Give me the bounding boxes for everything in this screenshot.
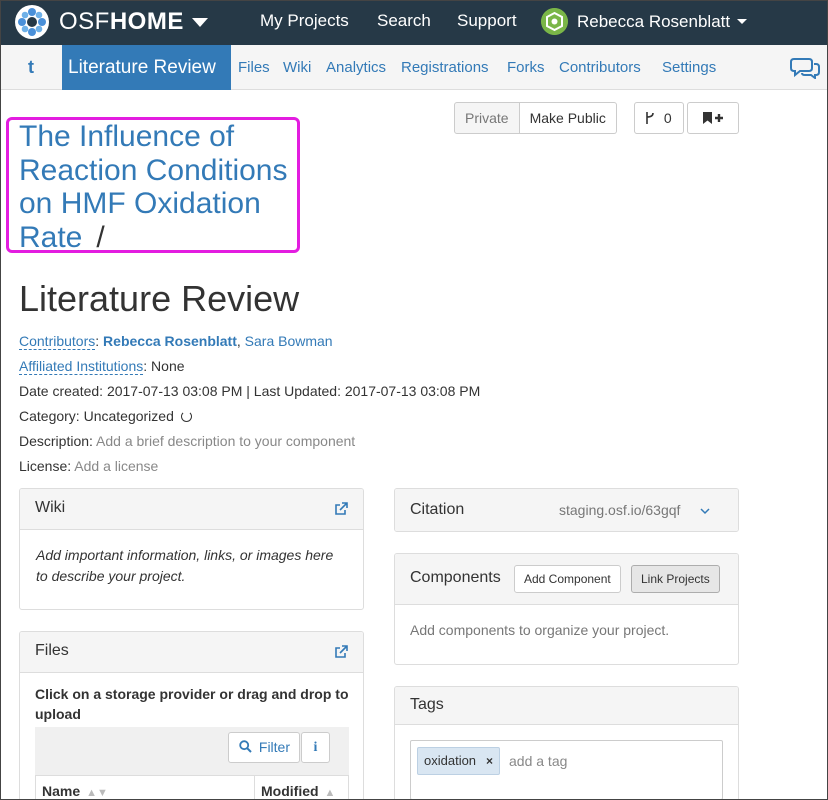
components-panel: Components Add Component Link Projects A… (394, 553, 739, 665)
tags-panel-title: Tags (410, 696, 444, 713)
contributors-line: Contributors: Rebecca Rosenblatt, Sara B… (19, 333, 333, 350)
tab-settings[interactable]: Settings (662, 59, 716, 76)
category-line: Category: Uncategorized (19, 408, 192, 424)
parent-project-button[interactable]: t (28, 57, 34, 78)
brand-name: OSFHOME (59, 8, 184, 36)
link-projects-button[interactable]: Link Projects (631, 565, 720, 593)
add-tag-input[interactable] (509, 747, 709, 775)
dates-line: Date created: 2017-07-13 03:08 PM | Last… (19, 383, 481, 399)
info-button[interactable]: i (301, 732, 330, 763)
contributor-link[interactable]: Rebecca Rosenblatt (103, 333, 237, 349)
components-panel-title: Components (410, 569, 501, 586)
wiki-panel: Wiki Add important information, links, o… (19, 488, 364, 610)
fork-button-group: 0 (634, 102, 684, 134)
nav-support[interactable]: Support (457, 11, 517, 31)
citation-panel-header[interactable]: Citation staging.osf.io/63gqf (395, 489, 738, 531)
tag-chip: oxidation × (417, 747, 501, 775)
description-line: Description: Add a brief description to … (19, 433, 355, 449)
license-value[interactable]: Add a license (74, 458, 158, 474)
brand-name-light: OSF (59, 8, 110, 35)
bookmark-add-icon (703, 112, 723, 124)
caret-down-icon (737, 19, 748, 24)
brand-name-bold: HOME (109, 8, 184, 35)
external-link-icon[interactable] (334, 645, 348, 659)
license-label: License: (19, 458, 72, 474)
avatar-pattern-icon (541, 8, 568, 35)
citation-url: staging.osf.io/63gqf (559, 502, 681, 518)
category-label: Category: (19, 408, 80, 424)
code-fork-icon (646, 112, 654, 124)
contributor-link[interactable]: Sara Bowman (245, 333, 333, 349)
tab-literature-review[interactable]: Literature Review (62, 45, 231, 90)
privacy-button-group: Private Make Public (454, 102, 617, 134)
institutions-value: None (151, 358, 185, 374)
nav-search[interactable]: Search (377, 11, 431, 31)
files-panel: Files Click on a storage provider or dra… (19, 631, 364, 800)
tags-panel-header: Tags (395, 687, 738, 725)
contributors-label[interactable]: Contributors (19, 333, 96, 350)
wiki-panel-title: Wiki (35, 499, 66, 516)
fork-count: 0 (663, 110, 672, 126)
institutions-line: Affiliated Institutions: None (19, 358, 185, 375)
components-body: Add components to organize your project. (410, 622, 670, 638)
description-value[interactable]: Add a brief description to your componen… (96, 433, 355, 449)
category-value[interactable]: Uncategorized (84, 408, 174, 424)
search-icon (239, 740, 252, 753)
bookmark-button-group (687, 102, 739, 134)
chevron-down-icon[interactable] (700, 507, 710, 515)
citation-panel: Citation staging.osf.io/63gqf (394, 488, 739, 532)
fork-button[interactable]: 0 (634, 102, 684, 134)
affiliated-institutions-label[interactable]: Affiliated Institutions (19, 358, 144, 375)
column-header-modified[interactable]: Modified ▲ (254, 775, 349, 800)
tags-panel: Tags oxidation × (394, 686, 739, 800)
project-navbar: t Literature Review Files Wiki Analytics… (0, 45, 828, 90)
column-header-name[interactable]: Name ▲▼ (35, 775, 255, 800)
private-button[interactable]: Private (454, 102, 520, 134)
bookmark-button[interactable] (687, 102, 739, 134)
wiki-panel-header: Wiki (20, 489, 363, 530)
osf-home-menu[interactable]: OSFHOME (14, 4, 208, 40)
page-title: Literature Review (19, 278, 300, 319)
comments-icon[interactable] (790, 57, 820, 79)
user-menu[interactable]: Rebecca Rosenblatt (541, 8, 748, 35)
tab-wiki[interactable]: Wiki (283, 59, 311, 76)
filter-label: Filter (258, 739, 291, 755)
wiki-body: Add important information, links, or ima… (36, 547, 334, 584)
filter-button[interactable]: Filter (228, 732, 300, 763)
tab-contributors[interactable]: Contributors (559, 59, 641, 76)
parent-project-title[interactable]: The Influence of Reaction Conditions on … (19, 120, 304, 254)
citation-panel-title: Citation (410, 501, 465, 518)
external-link-icon[interactable] (334, 502, 348, 516)
tag-label: oxidation (424, 753, 477, 768)
files-panel-header: Files (20, 632, 363, 673)
files-instructions: Click on a storage provider or drag and … (35, 686, 349, 722)
remove-tag-icon[interactable]: × (486, 754, 493, 768)
column-name-label: Name (42, 783, 81, 799)
tab-forks[interactable]: Forks (507, 59, 545, 76)
sort-arrows-icon[interactable]: ▲▼ (86, 787, 108, 799)
add-component-button[interactable]: Add Component (514, 565, 621, 593)
column-modified-label: Modified (261, 783, 319, 799)
osf-logo-icon (15, 5, 49, 39)
avatar (541, 8, 568, 35)
parent-project-link[interactable]: The Influence of Reaction Conditions on … (19, 120, 288, 254)
components-panel-header: Components Add Component Link Projects (395, 554, 738, 605)
user-name: Rebecca Rosenblatt (577, 11, 731, 31)
caret-down-icon (191, 17, 208, 27)
license-line: License: Add a license (19, 458, 158, 474)
description-label: Description: (19, 433, 93, 449)
top-navbar: OSFHOME My Projects Search Support Rebec… (0, 0, 828, 45)
make-public-button[interactable]: Make Public (519, 102, 617, 134)
files-panel-title: Files (35, 642, 69, 659)
tags-input-box[interactable]: oxidation × (410, 740, 723, 800)
nav-my-projects[interactable]: My Projects (260, 11, 349, 31)
tab-files[interactable]: Files (238, 59, 270, 76)
tab-registrations[interactable]: Registrations (401, 59, 489, 76)
title-separator: / (96, 220, 105, 254)
tab-analytics[interactable]: Analytics (326, 59, 386, 76)
loading-spinner-icon (180, 411, 192, 422)
sort-arrow-icon[interactable]: ▲ (325, 787, 336, 799)
